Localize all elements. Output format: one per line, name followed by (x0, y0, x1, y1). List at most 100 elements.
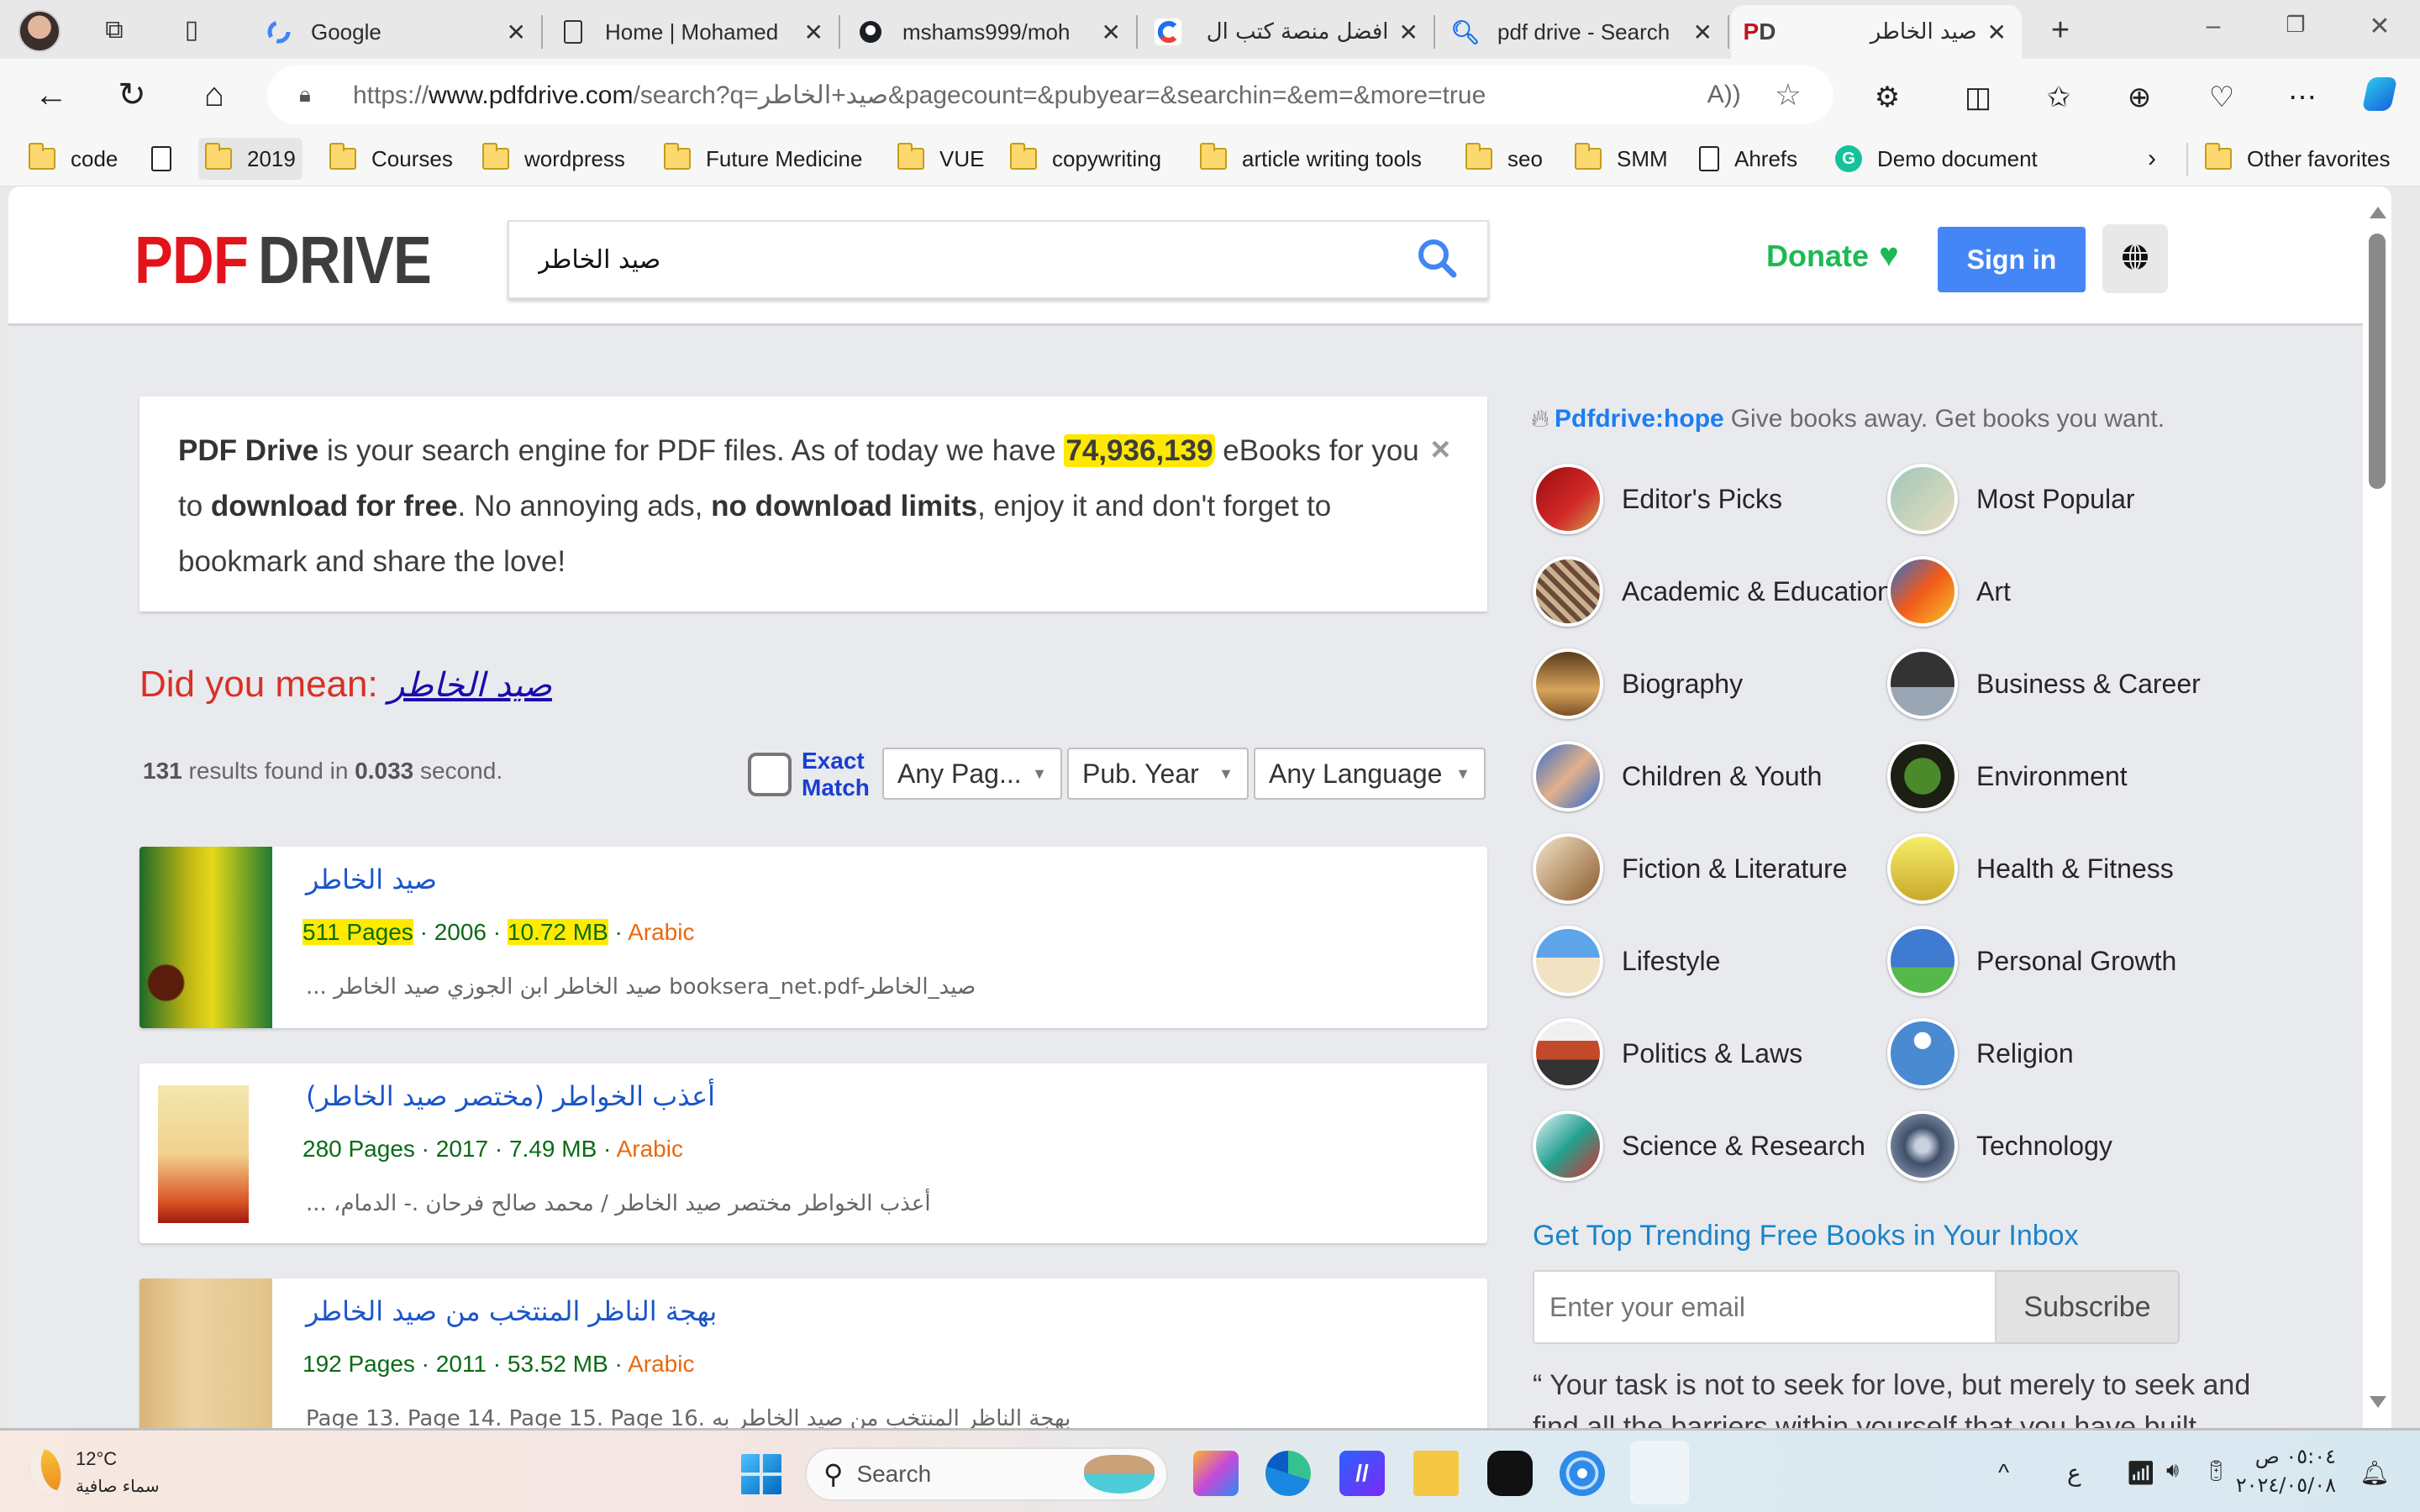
snipping-tool-icon[interactable] (1630, 1441, 1689, 1504)
read-aloud-icon[interactable]: A)) (1707, 81, 1741, 109)
tab-github[interactable]: mshams999/moh ✕ (842, 5, 1138, 59)
battery-icon[interactable]: 🔋︎ (2203, 1459, 2228, 1483)
book-cover-thumbnail[interactable] (158, 1085, 249, 1223)
category-academic-education[interactable]: Academic & Education (1533, 556, 1892, 627)
volume-icon[interactable]: 🔊︎ (2166, 1459, 2179, 1483)
category-religion[interactable]: Religion (1887, 1018, 2074, 1089)
close-tab-icon[interactable]: ✕ (1399, 18, 1418, 46)
bookmark-courses[interactable]: Courses (323, 138, 460, 180)
bookmark-wordpress[interactable]: wordpress (476, 138, 632, 180)
category-lifestyle[interactable]: Lifestyle (1533, 926, 1720, 996)
split-screen-icon[interactable]: ◫ (1958, 77, 1998, 118)
language-filter-select[interactable]: Any Language ▼ (1254, 748, 1486, 800)
exact-match-toggle[interactable]: Exact Match (748, 748, 870, 801)
close-window-button[interactable]: ✕ (2361, 12, 2398, 41)
collections-icon[interactable]: ⊕ (2119, 77, 2160, 118)
home-icon[interactable]: ⌂ (193, 74, 235, 116)
vertical-tabs-icon[interactable]: ▯ (176, 15, 207, 45)
notifications-bell-icon[interactable]: 🔔︎ (2360, 1459, 2390, 1487)
app-m-icon[interactable]: // (1339, 1451, 1385, 1496)
bookmark-other-favorites[interactable]: Other favorites (2198, 138, 2397, 180)
bookmark-seo[interactable]: seo (1459, 138, 1549, 180)
scroll-down-arrow-icon[interactable] (2370, 1396, 2386, 1408)
scrollbar-thumb[interactable] (2369, 234, 2386, 489)
suggestion-link[interactable]: صيد الخاطر (388, 666, 552, 705)
result-item[interactable]: صيد الخاطر 511 Pages · 2006 · 10.72 MB ·… (139, 847, 1487, 1028)
show-hidden-icons-chevron[interactable]: ^ (1998, 1459, 2009, 1486)
category-politics-laws[interactable]: Politics & Laws (1533, 1018, 1802, 1089)
new-tab-button[interactable]: + (2045, 14, 2075, 46)
bookmark-smm[interactable]: SMM (1568, 138, 1675, 180)
result-title-link[interactable]: صيد الخاطر (306, 864, 437, 895)
close-tab-icon[interactable]: ✕ (1987, 18, 2007, 46)
close-tab-icon[interactable]: ✕ (804, 18, 823, 46)
category-business-career[interactable]: Business & Career (1887, 648, 2201, 719)
category-science-research[interactable]: Science & Research (1533, 1110, 1865, 1181)
pdfdrive-logo[interactable]: PDF DRIVE (134, 222, 432, 299)
scroll-up-arrow-icon[interactable] (2370, 207, 2386, 218)
bookmark-copywriting[interactable]: copywriting (1003, 138, 1168, 180)
email-input[interactable] (1533, 1270, 1996, 1344)
lock-icon[interactable]: 🔒︎ (299, 81, 324, 108)
close-tab-icon[interactable]: ✕ (1102, 18, 1121, 46)
edge-browser-icon[interactable] (1265, 1451, 1311, 1496)
category-editor-s-picks[interactable]: Editor's Picks (1533, 464, 1782, 534)
search-input[interactable] (538, 244, 1415, 275)
bookmark-article-writing-tools[interactable]: article writing tools (1193, 138, 1428, 180)
category-fiction-literature[interactable]: Fiction & Literature (1533, 833, 1848, 904)
bookmark-demo-document[interactable]: G Demo document (1828, 138, 2044, 180)
input-language-indicator[interactable]: ع (2067, 1459, 2081, 1487)
taskbar-search[interactable]: ⚲ Search (805, 1447, 1168, 1501)
category-children-youth[interactable]: Children & Youth (1533, 741, 1822, 811)
system-clock[interactable]: ٠٥:٠٤ ص ٢٠٢٤/٠٥/٠٨ (2227, 1442, 2336, 1499)
url-text[interactable]: https://www.pdfdrive.com/search?q=صيد+ال… (353, 81, 1707, 110)
book-cover-thumbnail[interactable] (139, 1278, 272, 1428)
result-title-link[interactable]: أعذب الخواطر (مختصر صيد الخاطر) (306, 1080, 715, 1112)
weather-widget[interactable]: 12°C سماء صافية (26, 1446, 160, 1499)
result-title-link[interactable]: بهجة الناظر المنتخب من صيد الخاطر (306, 1295, 717, 1327)
result-item[interactable]: بهجة الناظر المنتخب من صيد الخاطر 192 Pa… (139, 1278, 1487, 1428)
book-cover-thumbnail[interactable] (139, 847, 272, 1028)
search-icon[interactable] (1415, 236, 1465, 284)
more-bookmarks-chevron-icon[interactable]: › (2141, 138, 2163, 180)
category-biography[interactable]: Biography (1533, 648, 1743, 719)
year-filter-select[interactable]: Pub. Year ▼ (1067, 748, 1249, 800)
file-explorer-icon[interactable] (1413, 1451, 1459, 1496)
workspaces-icon[interactable]: ⧉ (99, 15, 129, 45)
close-tab-icon[interactable]: ✕ (507, 18, 526, 46)
chatbot-app-icon[interactable] (1487, 1451, 1533, 1496)
category-most-popular[interactable]: Most Popular (1887, 464, 2135, 534)
restore-button[interactable]: ❐ (2277, 12, 2314, 38)
subscribe-button[interactable]: Subscribe (1996, 1270, 2180, 1344)
donate-link[interactable]: Donate ♥ (1766, 237, 1899, 275)
sign-in-button[interactable]: Sign in (1938, 227, 2086, 292)
category-art[interactable]: Art (1887, 556, 2011, 627)
tab-active-search-result[interactable]: PD صيد الخاطر ✕ (1731, 5, 2022, 59)
favorites-icon[interactable]: ✩ (2039, 77, 2079, 118)
pdfdrive-hope-link[interactable]: Pdfdrive:hope (1555, 405, 1724, 433)
tab-pdf-drive-search[interactable]: 🔍︎ pdf drive - Search ✕ (1437, 5, 1729, 59)
copilot-icon[interactable] (2360, 77, 2400, 118)
address-bar[interactable]: 🔒︎ https://www.pdfdrive.com/search?q=صيد… (267, 66, 1833, 124)
category-health-fitness[interactable]: Health & Fitness (1887, 833, 2174, 904)
minimize-button[interactable]: – (2195, 12, 2232, 40)
pages-filter-select[interactable]: Any Pag... ▼ (882, 748, 1062, 800)
bookmark-code[interactable]: code (22, 138, 124, 180)
bookmark-page[interactable] (145, 138, 193, 180)
tab-google[interactable]: Google ✕ (250, 5, 543, 59)
refresh-icon[interactable]: ↻ (111, 74, 153, 116)
windows-start-icon[interactable] (741, 1454, 781, 1494)
favorite-star-icon[interactable]: ☆ (1775, 77, 1802, 113)
tab-home-mohamed[interactable]: Home | Mohamed ✕ (544, 5, 840, 59)
bookmark-future-medicine[interactable]: Future Medicine (657, 138, 869, 180)
category-personal-growth[interactable]: Personal Growth (1887, 926, 2176, 996)
bookmark-vue[interactable]: VUE (891, 138, 991, 180)
close-tab-icon[interactable]: ✕ (1693, 18, 1712, 46)
more-menu-icon[interactable]: ⋯ (2282, 77, 2323, 118)
wifi-icon[interactable]: 📶︎ (2126, 1459, 2156, 1487)
bookmark-ahrefs[interactable]: Ahrefs (1692, 138, 1804, 180)
profile-avatar[interactable] (18, 10, 60, 52)
bookmark-2019[interactable]: 2019 (198, 138, 302, 180)
browser-essentials-icon[interactable]: ♡ (2202, 77, 2242, 118)
result-item[interactable]: أعذب الخواطر (مختصر صيد الخاطر) 280 Page… (139, 1063, 1487, 1243)
